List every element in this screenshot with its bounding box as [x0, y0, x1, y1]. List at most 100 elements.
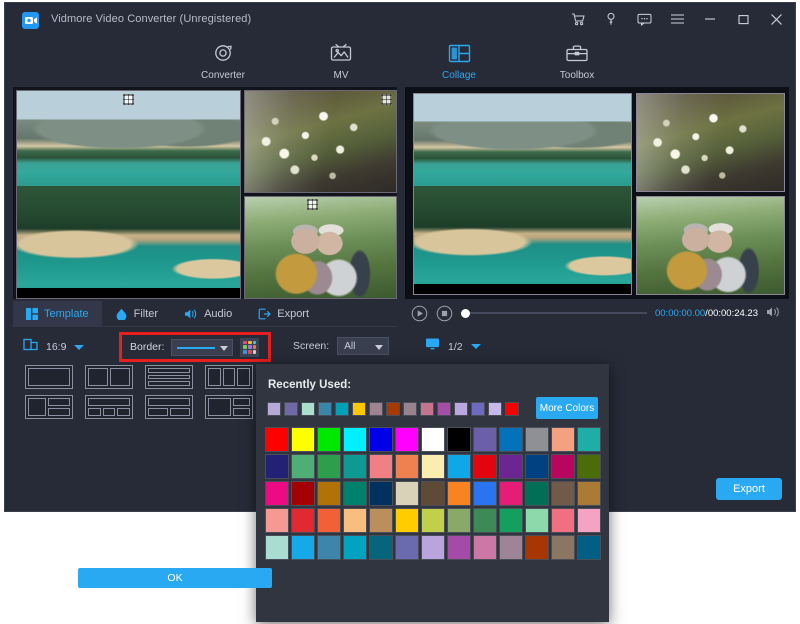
color-swatch[interactable]: [447, 481, 471, 506]
color-swatch[interactable]: [421, 535, 445, 560]
screen-select[interactable]: All: [337, 337, 390, 355]
recent-color-swatch[interactable]: [284, 402, 298, 416]
cell-resize-handle[interactable]: [306, 199, 318, 210]
color-swatch[interactable]: [291, 508, 315, 533]
maximize-icon[interactable]: [734, 10, 752, 28]
color-swatch[interactable]: [525, 508, 549, 533]
editor-cell-landscape[interactable]: [16, 90, 241, 299]
color-swatch[interactable]: [369, 427, 393, 452]
template-3-col[interactable]: [205, 365, 253, 389]
color-swatch[interactable]: [291, 427, 315, 452]
color-swatch[interactable]: [317, 454, 341, 479]
color-swatch[interactable]: [577, 481, 601, 506]
color-swatch[interactable]: [473, 454, 497, 479]
color-swatch[interactable]: [265, 454, 289, 479]
color-swatch[interactable]: [421, 454, 445, 479]
color-swatch[interactable]: [369, 535, 393, 560]
scrubber-knob[interactable]: [461, 309, 470, 318]
color-swatch[interactable]: [525, 481, 549, 506]
ok-button[interactable]: OK: [78, 568, 272, 588]
volume-icon[interactable]: [766, 305, 783, 322]
color-swatch[interactable]: [343, 535, 367, 560]
more-colors-button[interactable]: More Colors: [536, 397, 598, 419]
editor-cell-couple[interactable]: [243, 196, 397, 299]
color-swatch[interactable]: [317, 508, 341, 533]
color-swatch[interactable]: [551, 535, 575, 560]
color-swatch[interactable]: [317, 481, 341, 506]
color-swatch[interactable]: [473, 427, 497, 452]
color-swatch[interactable]: [395, 481, 419, 506]
color-swatch[interactable]: [473, 535, 497, 560]
color-swatch[interactable]: [551, 481, 575, 506]
tab-export[interactable]: Export: [245, 301, 322, 327]
color-swatch[interactable]: [265, 508, 289, 533]
close-icon[interactable]: [767, 10, 785, 28]
editor-cell-flowers[interactable]: [243, 90, 397, 193]
tab-filter[interactable]: Filter: [102, 301, 171, 327]
minimize-icon[interactable]: [701, 10, 719, 28]
aspect-ratio-selector[interactable]: 16:9: [23, 337, 85, 357]
color-swatch[interactable]: [473, 481, 497, 506]
play-icon[interactable]: [411, 305, 428, 322]
border-style-select[interactable]: [171, 338, 234, 356]
color-swatch[interactable]: [551, 508, 575, 533]
color-swatch[interactable]: [369, 454, 393, 479]
nav-tab-converter[interactable]: Converter: [184, 39, 262, 81]
tab-template[interactable]: Template: [13, 300, 102, 327]
color-swatch[interactable]: [447, 508, 471, 533]
template-1-cell[interactable]: [25, 365, 73, 389]
cell-resize-handle[interactable]: [123, 94, 135, 105]
recent-color-swatch[interactable]: [420, 402, 434, 416]
cell-resize-handle[interactable]: [380, 94, 392, 105]
recent-color-swatch[interactable]: [403, 402, 417, 416]
color-swatch[interactable]: [551, 454, 575, 479]
color-swatch[interactable]: [291, 535, 315, 560]
color-swatch[interactable]: [447, 427, 471, 452]
color-swatch[interactable]: [525, 454, 549, 479]
recent-color-swatch[interactable]: [369, 402, 383, 416]
feedback-icon[interactable]: [635, 10, 653, 28]
color-swatch[interactable]: [369, 508, 393, 533]
cart-icon[interactable]: [569, 10, 587, 28]
color-swatch[interactable]: [369, 481, 393, 506]
color-swatch[interactable]: [447, 535, 471, 560]
border-color-button[interactable]: [240, 337, 260, 357]
recent-color-swatch[interactable]: [386, 402, 400, 416]
template-top-bottom-3[interactable]: [145, 395, 193, 419]
recent-color-swatch[interactable]: [488, 402, 502, 416]
color-swatch[interactable]: [395, 427, 419, 452]
color-swatch[interactable]: [395, 454, 419, 479]
template-3-row[interactable]: [145, 365, 193, 389]
key-icon[interactable]: [602, 10, 620, 28]
stop-icon[interactable]: [436, 305, 453, 322]
nav-tab-toolbox[interactable]: Toolbox: [538, 39, 616, 81]
recent-color-swatch[interactable]: [471, 402, 485, 416]
recent-color-swatch[interactable]: [505, 402, 519, 416]
color-swatch[interactable]: [525, 427, 549, 452]
menu-icon[interactable]: [668, 10, 686, 28]
color-swatch[interactable]: [291, 454, 315, 479]
color-swatch[interactable]: [265, 535, 289, 560]
color-swatch[interactable]: [577, 427, 601, 452]
chevron-down-icon[interactable]: [74, 344, 85, 350]
color-swatch[interactable]: [473, 508, 497, 533]
collage-editor[interactable]: [13, 87, 397, 299]
recent-color-swatch[interactable]: [335, 402, 349, 416]
color-swatch[interactable]: [265, 481, 289, 506]
nav-tab-collage[interactable]: Collage: [420, 39, 498, 81]
color-swatch[interactable]: [265, 427, 289, 452]
template-2x2-right-split[interactable]: [205, 395, 253, 419]
color-swatch[interactable]: [421, 508, 445, 533]
color-swatch[interactable]: [499, 508, 523, 533]
color-swatch[interactable]: [577, 454, 601, 479]
color-swatch[interactable]: [317, 427, 341, 452]
recent-color-swatch[interactable]: [454, 402, 468, 416]
color-swatch[interactable]: [499, 481, 523, 506]
color-swatch[interactable]: [577, 535, 601, 560]
color-swatch[interactable]: [577, 508, 601, 533]
nav-tab-mv[interactable]: MV: [302, 39, 380, 81]
chevron-down-icon[interactable]: [470, 344, 481, 349]
color-swatch[interactable]: [395, 508, 419, 533]
recent-color-swatch[interactable]: [318, 402, 332, 416]
color-swatch[interactable]: [343, 454, 367, 479]
